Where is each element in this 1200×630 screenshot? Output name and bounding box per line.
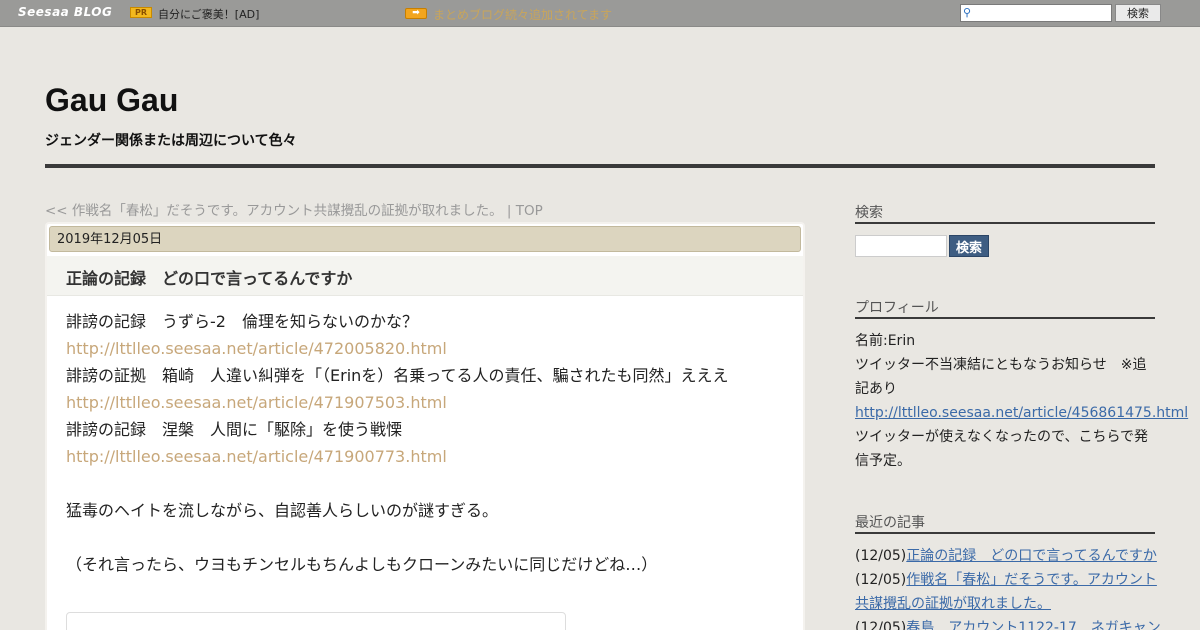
- header-divider: [45, 164, 1155, 168]
- recent-article-link[interactable]: 作戦名「春松」だそうです。アカウント: [906, 572, 1157, 588]
- article-line: 誹謗の記録 涅槃 人間に「駆除」を使う戦慄: [66, 420, 403, 439]
- sidebar-search-input[interactable]: [855, 235, 947, 257]
- sidebar-divider: [855, 532, 1155, 534]
- list-item: (12/05)春島 アカウント1122-17 ネガキャン: [855, 616, 1161, 630]
- article-line: 誹謗の証拠 箱崎 人違い糾弾を「（Erinを）名乗ってる人の責任、騙されたも同然…: [66, 366, 729, 385]
- sidebar-recent-title: 最近の記事: [855, 515, 925, 531]
- sidebar-search-title: 検索: [855, 205, 883, 221]
- recent-date: (12/05): [855, 620, 907, 630]
- arrow-right-icon: ➡: [405, 8, 427, 19]
- top-search-button[interactable]: 検索: [1115, 4, 1161, 22]
- top-search-box: ⚲: [960, 4, 1112, 22]
- sidebar-divider: [855, 222, 1155, 224]
- sidebar-divider: [855, 317, 1155, 319]
- article-link[interactable]: http://lttlleo.seesaa.net/article/471900…: [66, 447, 447, 466]
- breadcrumb: << 作戦名「春松」だそうです。アカウント共謀攪乱の証拠が取れました。 | TO…: [45, 199, 543, 219]
- article-title[interactable]: 正論の記録 どの口で言ってるんですか: [66, 265, 352, 289]
- profile-line: 名前:Erin: [855, 333, 916, 349]
- profile-line: 信予定。: [855, 453, 911, 469]
- list-item: (12/05)正論の記録 どの口で言ってるんですか: [855, 544, 1157, 568]
- article: 2019年12月05日 正論の記録 どの口で言ってるんですか 誹謗の記録 うずら…: [45, 222, 805, 630]
- sidebar-search-button[interactable]: 検索: [949, 235, 989, 257]
- recent-article-link[interactable]: 春島 アカウント1122-17 ネガキャン: [906, 620, 1161, 630]
- top-bar: Seesaa BLOG PR 自分にご褒美！[AD] ➡ まとめブログ続々追加さ…: [0, 0, 1200, 27]
- recent-date: (12/05): [855, 548, 907, 564]
- profile-line: 記あり: [855, 381, 897, 397]
- top-link[interactable]: TOP: [516, 203, 543, 219]
- profile-line: ツイッターが使えなくなったので、こちらで発: [855, 429, 1149, 445]
- prev-article-link[interactable]: << 作戦名「春松」だそうです。アカウント共謀攪乱の証拠が取れました。: [45, 203, 503, 219]
- recent-article-link[interactable]: 共謀攪乱の証拠が取れました。: [855, 596, 1051, 612]
- profile-text: 名前:Erin ツイッター不当凍結にともなうお知らせ ※追 記あり http:/…: [855, 329, 1188, 473]
- seesaa-blog-logo[interactable]: Seesaa BLOG: [18, 5, 112, 19]
- pr-badge: PR: [130, 7, 153, 18]
- recent-article-link[interactable]: 正論の記録 どの口で言ってるんですか: [906, 548, 1157, 564]
- article-link[interactable]: http://lttlleo.seesaa.net/article/471907…: [66, 393, 447, 412]
- article-line: 猛毒のヘイトを流しながら、自認善人らしいのが謎すぎる。: [66, 501, 499, 520]
- breadcrumb-separator: |: [502, 203, 516, 219]
- blog-title[interactable]: Gau Gau: [45, 82, 178, 119]
- article-link[interactable]: http://lttlleo.seesaa.net/article/472005…: [66, 339, 447, 358]
- embedded-card[interactable]: [66, 612, 566, 630]
- list-item: (12/05)作戦名「春松」だそうです。アカウント: [855, 568, 1157, 592]
- article-line: 誹謗の記録 うずら-2 倫理を知らないのかな？: [66, 312, 418, 331]
- profile-link[interactable]: http://lttlleo.seesaa.net/article/456861…: [855, 405, 1188, 421]
- blog-description: ジェンダー関係または周辺について色々: [45, 133, 297, 149]
- notice-link[interactable]: まとめブログ続々追加されてます: [433, 6, 612, 23]
- ad-link[interactable]: 自分にご褒美！[AD]: [158, 6, 259, 22]
- top-search-input[interactable]: [979, 6, 1109, 20]
- article-body: 誹謗の記録 うずら-2 倫理を知らないのかな？ http://lttlleo.s…: [66, 308, 786, 578]
- sidebar-profile-title: プロフィール: [855, 300, 939, 316]
- article-title-bar: 正論の記録 どの口で言ってるんですか: [47, 256, 803, 296]
- list-item: 共謀攪乱の証拠が取れました。: [855, 592, 1155, 616]
- search-icon: ⚲: [963, 6, 972, 19]
- article-date: 2019年12月05日: [49, 226, 801, 252]
- recent-date: (12/05): [855, 572, 907, 588]
- profile-line: ツイッター不当凍結にともなうお知らせ ※追: [855, 357, 1147, 373]
- recent-list: (12/05)正論の記録 どの口で言ってるんですか (12/05)作戦名「春松」…: [855, 544, 1161, 630]
- article-line: （それ言ったら、ウヨもチンセルもちんよしもクローンみたいに同じだけどね…）: [66, 555, 658, 574]
